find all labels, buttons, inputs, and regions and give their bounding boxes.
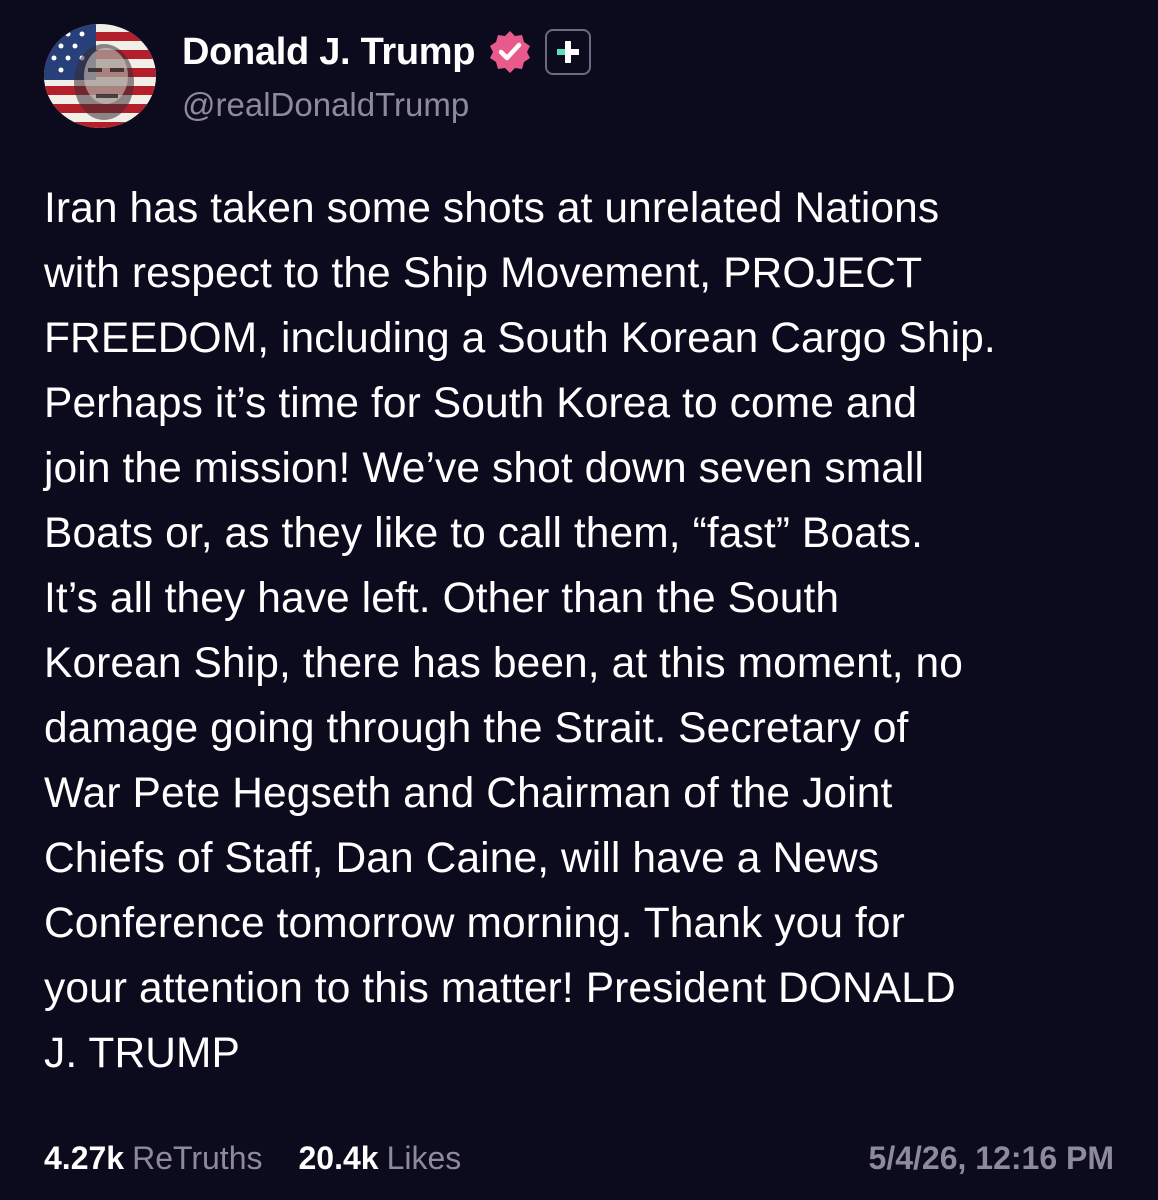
name-row: Donald J. Trump	[182, 28, 592, 76]
author-display-name[interactable]: Donald J. Trump	[182, 31, 476, 74]
post-footer: 4.27k ReTruths 20.4k Likes 5/4/26, 12:16 P…	[44, 1140, 1114, 1177]
retruths-stat[interactable]: 4.27k ReTruths	[44, 1140, 262, 1177]
likes-count: 20.4k	[298, 1140, 379, 1176]
retruths-label: ReTruths	[132, 1140, 263, 1176]
plus-icon	[557, 41, 580, 63]
post-body-text: Iran has taken some shots at unrelated N…	[44, 185, 996, 1077]
truth-post: Donald J. Trump @realDonaldTrump Iran ha…	[0, 0, 1158, 1200]
post-header: Donald J. Trump @realDonaldTrump	[44, 24, 592, 128]
avatar[interactable]	[44, 24, 156, 128]
retruths-count: 4.27k	[44, 1140, 125, 1176]
plus-badge-icon[interactable]	[545, 29, 592, 75]
likes-stat[interactable]: 20.4k Likes	[298, 1140, 461, 1177]
post-timestamp[interactable]: 5/4/26, 12:16 PM	[869, 1140, 1114, 1177]
verified-badge-icon	[490, 31, 531, 73]
author-handle[interactable]: @realDonaldTrump	[182, 86, 591, 124]
likes-label: Likes	[386, 1140, 462, 1176]
author-identity: Donald J. Trump @realDonaldTrump	[182, 28, 592, 124]
